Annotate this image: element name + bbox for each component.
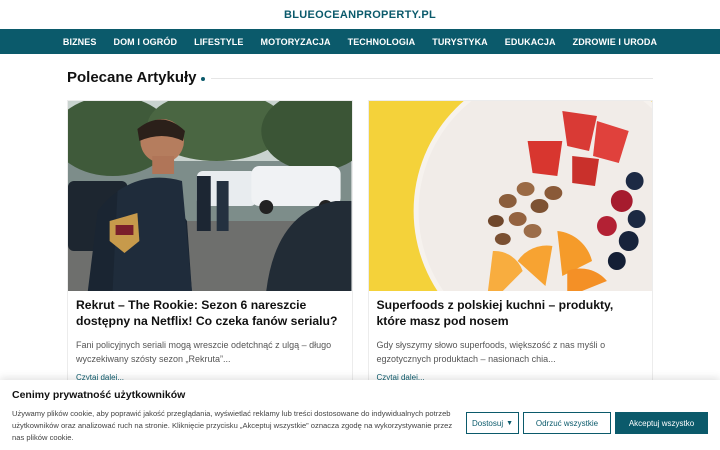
reject-all-button[interactable]: Odrzuć wszystkie bbox=[523, 412, 611, 434]
featured-articles: Rekrut – The Rookie: Sezon 6 nareszcie d… bbox=[67, 100, 653, 390]
section-title: Polecane Artykuły bbox=[67, 69, 197, 86]
main-content: Polecane Artykuły Rekrut – The Rookie: S… bbox=[0, 54, 720, 390]
nav-item-turystyka[interactable]: TURYSTYKA bbox=[424, 37, 497, 47]
card-body: Rekrut – The Rookie: Sezon 6 nareszcie d… bbox=[68, 291, 352, 385]
caret-down-icon: ▼ bbox=[506, 419, 514, 427]
article-card[interactable]: Superfoods z polskiej kuchni – produkty,… bbox=[367, 100, 653, 390]
article-card[interactable]: Rekrut – The Rookie: Sezon 6 nareszcie d… bbox=[67, 100, 353, 390]
customize-button[interactable]: Dostosuj ▼ bbox=[466, 412, 519, 434]
section-header: Polecane Artykuły bbox=[67, 54, 653, 100]
police-officers-image[interactable] bbox=[68, 101, 352, 291]
section-title-dot bbox=[200, 76, 205, 81]
nav-item-zdrowie-i-uroda[interactable]: ZDROWIE I URODA bbox=[564, 37, 666, 47]
article-title[interactable]: Superfoods z polskiej kuchni – produkty,… bbox=[377, 298, 645, 329]
cookie-consent-banner: Cenimy prywatność użytkowników Używamy p… bbox=[0, 380, 720, 450]
article-excerpt: Fani policyjnych seriali mogą wreszcie o… bbox=[76, 340, 332, 364]
article-title[interactable]: Rekrut – The Rookie: Sezon 6 nareszcie d… bbox=[76, 298, 344, 329]
fruit-bowl-image[interactable] bbox=[368, 101, 653, 291]
nav-item-biznes[interactable]: BIZNES bbox=[54, 37, 105, 47]
cookie-title: Cenimy prywatność użytkowników bbox=[12, 389, 186, 401]
main-nav: BIZNES DOM I OGRÓD LIFESTYLE MOTORYZACJA… bbox=[0, 29, 720, 54]
article-excerpt: Gdy słyszymy słowo superfoods, większość… bbox=[376, 340, 606, 364]
nav-item-edukacja[interactable]: EDUKACJA bbox=[496, 37, 564, 47]
customize-button-label: Dostosuj bbox=[471, 418, 504, 428]
site-logo-link[interactable]: BLUEOCEANPROPERTY.PL bbox=[284, 9, 436, 21]
section-divider bbox=[210, 78, 653, 79]
cookie-text: Używamy plików cookie, aby poprawić jako… bbox=[12, 409, 453, 442]
cookie-buttons: Dostosuj ▼ Odrzuć wszystkie Akceptuj wsz… bbox=[466, 412, 708, 434]
nav-item-technologia[interactable]: TECHNOLOGIA bbox=[339, 37, 424, 47]
nav-item-dom-i-ogrod[interactable]: DOM I OGRÓD bbox=[105, 37, 186, 47]
site-header: BLUEOCEANPROPERTY.PL bbox=[0, 0, 720, 29]
accept-all-button[interactable]: Akceptuj wszystko bbox=[615, 412, 708, 434]
nav-item-lifestyle[interactable]: LIFESTYLE bbox=[186, 37, 252, 47]
nav-item-motoryzacja[interactable]: MOTORYZACJA bbox=[252, 37, 339, 47]
card-body: Superfoods z polskiej kuchni – produkty,… bbox=[369, 291, 653, 385]
